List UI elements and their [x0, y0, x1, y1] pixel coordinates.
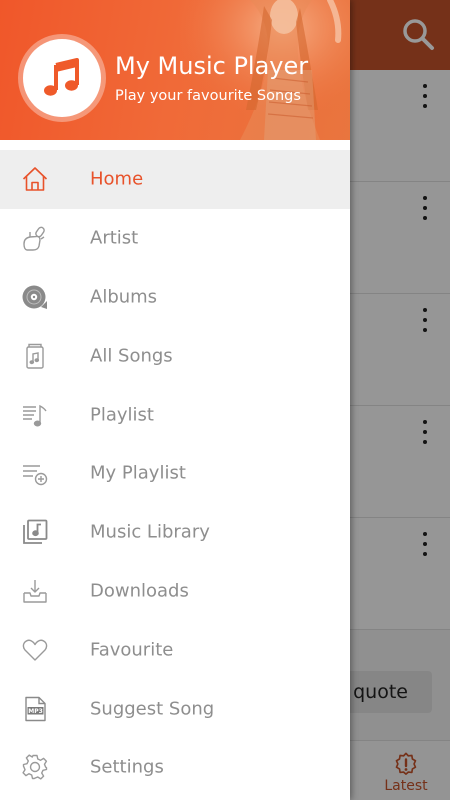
- svg-text:MP3: MP3: [28, 708, 43, 715]
- playlist-icon: [21, 401, 49, 429]
- music-library-icon: [21, 518, 49, 546]
- drawer-item-home[interactable]: Home: [0, 150, 350, 209]
- drawer-item-my-playlist[interactable]: My Playlist: [0, 444, 350, 503]
- mp3-file-icon: MP3: [21, 695, 49, 723]
- drawer-item-label: Suggest Song: [90, 698, 215, 720]
- downloads-icon: [21, 577, 49, 605]
- drawer-item-music-library[interactable]: Music Library: [0, 503, 350, 562]
- settings-icon: [21, 753, 49, 781]
- drawer-item-all-songs[interactable]: All Songs: [0, 326, 350, 385]
- drawer-item-label: Home: [90, 168, 144, 190]
- all-songs-icon: [21, 342, 49, 370]
- drawer-item-suggest-song[interactable]: MP3 Suggest Song: [0, 679, 350, 738]
- drawer-item-label: Settings: [90, 756, 164, 778]
- drawer-item-favourite[interactable]: Favourite: [0, 620, 350, 679]
- music-note-icon: [44, 58, 79, 96]
- drawer-item-label: Artist: [90, 227, 139, 249]
- drawer-item-label: Downloads: [90, 580, 189, 602]
- drawer-item-label: Playlist: [90, 404, 154, 426]
- drawer-item-artist[interactable]: Artist: [0, 209, 350, 268]
- drawer-item-label: My Playlist: [90, 462, 186, 484]
- favourite-icon: [21, 636, 49, 664]
- app-tagline: Play your favourite Songs: [115, 88, 301, 104]
- drawer-item-downloads[interactable]: Downloads: [0, 562, 350, 621]
- drawer-item-playlist[interactable]: Playlist: [0, 385, 350, 444]
- drawer-menu: Home Artist Albums All Songs Playlist My…: [0, 150, 350, 797]
- home-icon: [21, 165, 49, 193]
- app-logo: [23, 39, 101, 117]
- drawer-item-label: All Songs: [90, 345, 173, 367]
- drawer-item-label: Favourite: [90, 639, 174, 661]
- app-title: My Music Player: [115, 52, 309, 80]
- my-playlist-icon: [21, 459, 49, 487]
- drawer-item-label: Albums: [90, 286, 158, 308]
- navigation-drawer: My Music Player Play your favourite Song…: [0, 0, 350, 800]
- drawer-header: My Music Player Play your favourite Song…: [0, 0, 350, 140]
- albums-icon: [21, 283, 49, 311]
- drawer-item-settings[interactable]: Settings: [0, 738, 350, 797]
- artist-icon: [21, 224, 49, 252]
- drawer-item-label: Music Library: [90, 521, 210, 543]
- drawer-item-albums[interactable]: Albums: [0, 268, 350, 327]
